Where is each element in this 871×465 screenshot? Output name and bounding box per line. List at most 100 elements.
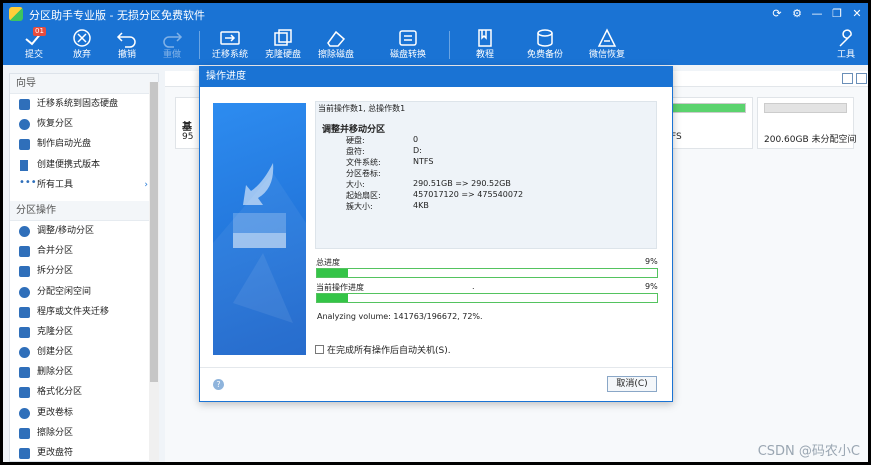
clone-disk-button[interactable]: 克隆硬盘 xyxy=(261,27,305,63)
auto-shutdown-label: 在完成所有操作后自动关机(S). xyxy=(327,346,451,356)
current-progress-dot: . xyxy=(472,282,475,291)
sidebar-item-format[interactable]: 格式化分区 xyxy=(10,382,158,402)
discard-button[interactable]: 放弃 xyxy=(65,27,99,63)
portable-icon xyxy=(20,159,28,171)
total-progress-label: 总进度 xyxy=(316,258,340,267)
unallocated-card[interactable]: 200.60GB 未分配空间 xyxy=(757,97,857,149)
detail-row: 硬盘: 0 xyxy=(346,135,418,146)
wechat-recovery-button[interactable]: 微信恢复 xyxy=(585,27,629,63)
sidebar-item-label: 拆分分区 xyxy=(37,266,74,277)
sidebar: 向导 迁移系统到固态硬盘 恢复分区 制作启动光盘 创建便携式版本 ••• 所有工… xyxy=(9,73,159,462)
clone-label: 克隆硬盘 xyxy=(264,50,301,60)
redo-button[interactable]: 重做 xyxy=(155,27,189,63)
detail-row: 分区卷标: xyxy=(346,168,381,179)
wechat-recovery-icon xyxy=(597,28,617,47)
sidebar-item-portable[interactable]: 创建便携式版本 xyxy=(10,155,158,175)
minimize-icon[interactable]: — xyxy=(809,6,825,22)
migrate-icon xyxy=(19,99,30,110)
sidebar-item-label: 创建分区 xyxy=(37,347,74,358)
detail-key: 大小: xyxy=(346,180,365,189)
migrate-label: 迁移系统 xyxy=(211,50,248,60)
detail-value: 0 xyxy=(413,135,419,144)
backup-icon xyxy=(537,29,553,47)
undo-button[interactable]: 撤销 xyxy=(110,27,144,63)
partition-usage-bar xyxy=(669,103,746,113)
migrate-os-button[interactable]: 迁移系统 xyxy=(208,27,252,63)
sidebar-item-label: 迁移系统到固态硬盘 xyxy=(37,99,119,109)
help-icon[interactable]: ? xyxy=(213,379,224,390)
clone-icon xyxy=(19,326,30,338)
dialog-divider xyxy=(200,367,672,368)
letter-icon xyxy=(19,448,30,459)
sidebar-item-wipe[interactable]: 擦除分区 xyxy=(10,423,158,443)
toolbar-divider xyxy=(199,31,200,59)
close-icon[interactable]: ✕ xyxy=(849,6,865,22)
detail-row: 簇大小: 4KB xyxy=(346,201,429,212)
sidebar-item-boot-disc[interactable]: 制作启动光盘 xyxy=(10,134,158,154)
sidebar-item-split[interactable]: 拆分分区 xyxy=(10,261,158,281)
sidebar-item-label: 更改盘符 xyxy=(37,448,74,458)
total-progress-percent: 9% xyxy=(645,257,658,266)
dialog-title: 操作进度 xyxy=(200,67,672,87)
wipe-disk-button[interactable]: 擦除磁盘 xyxy=(314,27,358,63)
current-progress-fill xyxy=(317,294,348,302)
watermark: CSDN @码农小C xyxy=(757,444,860,459)
refresh-icon[interactable]: ⟳ xyxy=(769,6,785,22)
window-title: 分区助手专业版 - 无损分区免费软件 xyxy=(29,9,205,22)
commit-button[interactable]: 01 提交 xyxy=(17,27,51,63)
commit-label: 提交 xyxy=(24,50,43,60)
sidebar-item-merge[interactable]: 合并分区 xyxy=(10,241,158,261)
progress-dialog: 操作进度 当前操作数1, 总操作数1 调整并移动分区 硬盘: 0 盘符: D: 文件系统… xyxy=(199,66,673,402)
format-icon xyxy=(19,387,30,399)
grid-view-icon[interactable] xyxy=(856,73,867,84)
sidebar-item-label: 分配空闲空间 xyxy=(37,286,92,297)
detail-row: 大小: 290.51GB => 290.52GB xyxy=(346,179,511,190)
sidebar-scrollbar[interactable] xyxy=(149,82,159,462)
restore-icon[interactable]: ❐ xyxy=(829,6,845,22)
sidebar-item-label[interactable]: 更改卷标 xyxy=(10,403,158,423)
app-move-icon xyxy=(19,306,30,318)
scrollbar-thumb[interactable] xyxy=(150,82,158,382)
detail-key: 盘符: xyxy=(346,147,365,156)
sidebar-item-all-tools[interactable]: ••• 所有工具 › xyxy=(10,175,158,195)
sidebar-item-restore-partition[interactable]: 恢复分区 xyxy=(10,114,158,134)
detail-key: 簇大小: xyxy=(346,202,373,211)
view-toggle-icon[interactable] xyxy=(842,73,853,84)
sidebar-item-app-move[interactable]: 程序或文件夹迁移 xyxy=(10,302,158,322)
sidebar-item-clone[interactable]: 克隆分区 xyxy=(10,322,158,342)
checkbox-icon[interactable] xyxy=(315,345,324,354)
free-backup-button[interactable]: 免费备份 xyxy=(523,27,567,63)
tutorial-button[interactable]: 教程 xyxy=(468,27,502,63)
settings-icon[interactable]: ⚙ xyxy=(789,6,805,22)
operation-count: 当前操作数1, 总操作数1 xyxy=(318,104,406,113)
migrate-icon xyxy=(220,31,240,45)
sidebar-item-label: 所有工具 xyxy=(37,179,74,190)
sidebar-item-letter[interactable]: 更改盘符 xyxy=(10,443,158,461)
title-bar: 分区助手专业版 - 无损分区免费软件 ⟳ ⚙ — ❐ ✕ xyxy=(3,3,868,25)
sidebar-item-create[interactable]: 创建分区 xyxy=(10,342,158,362)
partition-card-ntfs[interactable]: FS xyxy=(669,97,753,149)
disk-convert-button[interactable]: 磁盘转换 xyxy=(386,27,430,63)
sidebar-item-allocate[interactable]: 分配空闲空间 xyxy=(10,282,158,302)
auto-shutdown-checkbox[interactable]: 在完成所有操作后自动关机(S). xyxy=(315,343,451,356)
detail-value: NTFS xyxy=(413,157,434,166)
sidebar-item-resize[interactable]: 调整/移动分区 xyxy=(10,221,158,241)
tools-label: 工具 xyxy=(836,50,855,60)
cancel-button[interactable]: 取消(C) xyxy=(607,376,657,392)
sidebar-item-migrate-ssd[interactable]: 迁移系统到固态硬盘 xyxy=(10,94,158,114)
total-progress-bar xyxy=(316,268,658,278)
toolbar-divider xyxy=(449,31,450,59)
sidebar-item-label: 格式化分区 xyxy=(37,387,83,398)
sidebar-item-delete[interactable]: 删除分区 xyxy=(10,362,158,382)
detail-key: 文件系统: xyxy=(346,158,381,167)
eraser-icon xyxy=(327,30,346,47)
wipe-icon xyxy=(19,427,30,439)
resize-icon xyxy=(19,225,30,237)
app-logo-icon xyxy=(9,7,23,21)
redo-icon xyxy=(163,32,183,48)
sidebar-item-label: 创建便携式版本 xyxy=(37,159,101,170)
backup-label: 免费备份 xyxy=(526,50,563,60)
tools-button[interactable]: 工具 xyxy=(833,27,859,63)
convert-label: 磁盘转换 xyxy=(389,50,426,60)
detail-value: D: xyxy=(413,146,422,155)
